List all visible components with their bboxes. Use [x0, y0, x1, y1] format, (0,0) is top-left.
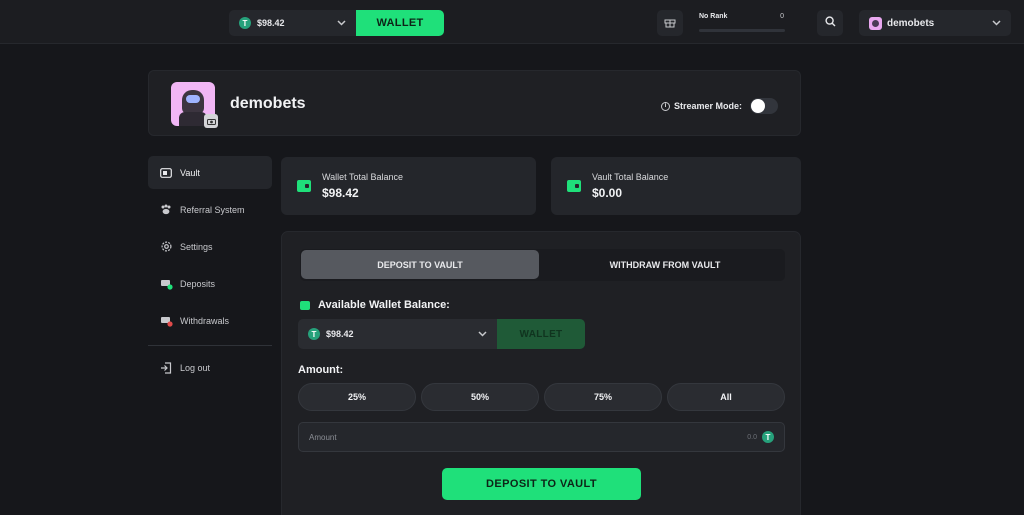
available-balance-heading: Available Wallet Balance:	[300, 299, 450, 311]
amount-50-button[interactable]: 50%	[421, 383, 539, 411]
balance-value: $98.42	[257, 18, 285, 28]
avatar	[869, 16, 882, 30]
vault-total-card: Vault Total Balance $0.00	[551, 157, 801, 215]
currency-select[interactable]: T $98.42	[298, 319, 497, 349]
chevron-down-icon	[337, 18, 346, 28]
sidebar-item-logout[interactable]: Log out	[148, 358, 272, 378]
sidebar-item-vault[interactable]: Vault	[148, 156, 272, 189]
sidebar-divider	[148, 345, 272, 346]
amount-field[interactable]: 0.0 T	[298, 422, 785, 452]
vault-total-value: $0.00	[592, 186, 623, 200]
gift-icon	[664, 16, 676, 31]
withdraw-icon	[159, 314, 173, 328]
currency-select-value: $98.42	[326, 329, 354, 339]
sidebar-item-label: Referral System	[180, 204, 245, 215]
wallet-total-value: $98.42	[322, 186, 359, 200]
camera-icon[interactable]	[204, 114, 218, 128]
sidebar: Vault Referral System Settings Deposits …	[148, 156, 272, 382]
chevron-down-icon	[992, 18, 1001, 28]
wallet-total-card: Wallet Total Balance $98.42	[281, 157, 536, 215]
vault-tabs: DEPOSIT TO VAULT WITHDRAW FROM VAULT	[300, 249, 785, 281]
chevron-down-icon	[478, 329, 487, 339]
user-menu-button[interactable]: demobets	[859, 10, 1011, 36]
sidebar-item-label: Settings	[180, 241, 213, 252]
sidebar-item-withdrawals[interactable]: Withdrawals	[148, 304, 272, 337]
streamer-mode: i Streamer Mode:	[661, 98, 779, 114]
amount-unit: 0.0	[747, 433, 757, 441]
sidebar-item-label: Deposits	[180, 278, 216, 289]
vault-wallet-button[interactable]: WALLET	[497, 319, 585, 349]
vault-panel: DEPOSIT TO VAULT WITHDRAW FROM VAULT Ava…	[281, 231, 801, 515]
amount-75-button[interactable]: 75%	[544, 383, 662, 411]
gear-icon	[159, 240, 173, 254]
tether-icon: T	[308, 328, 320, 340]
sidebar-item-referral-system[interactable]: Referral System	[148, 193, 272, 226]
tab-deposit-to-vault[interactable]: DEPOSIT TO VAULT	[301, 250, 539, 279]
profile-header: demobets i Streamer Mode:	[148, 70, 801, 136]
amount-all-button[interactable]: All	[667, 383, 785, 411]
rank-bar	[699, 29, 785, 32]
deposit-icon	[159, 277, 173, 291]
streamer-mode-toggle[interactable]	[750, 98, 779, 114]
tab-withdraw-from-vault[interactable]: WITHDRAW FROM VAULT	[546, 250, 784, 279]
profile-username: demobets	[230, 95, 306, 112]
info-icon: i	[661, 101, 670, 111]
paw-icon	[159, 203, 173, 217]
tether-icon: T	[762, 431, 774, 443]
tether-icon: T	[239, 17, 251, 29]
sidebar-item-label: Log out	[180, 363, 211, 373]
search-button[interactable]	[817, 10, 843, 36]
sidebar-item-label: Vault	[180, 167, 200, 178]
streamer-mode-label: Streamer Mode:	[674, 101, 743, 111]
gift-button[interactable]	[657, 10, 683, 36]
user-menu-name: demobets	[887, 17, 935, 29]
vault-icon	[159, 166, 173, 180]
amount-input[interactable]	[309, 432, 748, 442]
balance-selector[interactable]: T $98.42	[229, 10, 356, 36]
wallet-icon	[297, 180, 311, 192]
top-bar: T $98.42 WALLET No Rank 0 demobets	[0, 0, 1024, 44]
logout-icon	[159, 361, 173, 375]
search-icon	[824, 14, 836, 32]
amount-label: Amount:	[298, 364, 344, 376]
sidebar-item-settings[interactable]: Settings	[148, 230, 272, 263]
wallet-total-label: Wallet Total Balance	[322, 172, 404, 182]
rank-progress: No Rank 0	[699, 13, 786, 33]
sidebar-item-deposits[interactable]: Deposits	[148, 267, 272, 300]
rank-value: 0	[780, 13, 784, 20]
vault-icon	[567, 180, 581, 192]
deposit-to-vault-button[interactable]: DEPOSIT TO VAULT	[442, 468, 641, 500]
vault-total-label: Vault Total Balance	[592, 172, 669, 182]
rank-label: No Rank	[699, 13, 728, 20]
amount-25-button[interactable]: 25%	[298, 383, 416, 411]
sidebar-item-label: Withdrawals	[180, 315, 230, 326]
available-balance-label: Available Wallet Balance:	[318, 299, 450, 311]
wallet-button[interactable]: WALLET	[356, 10, 444, 36]
wallet-icon	[300, 300, 310, 310]
